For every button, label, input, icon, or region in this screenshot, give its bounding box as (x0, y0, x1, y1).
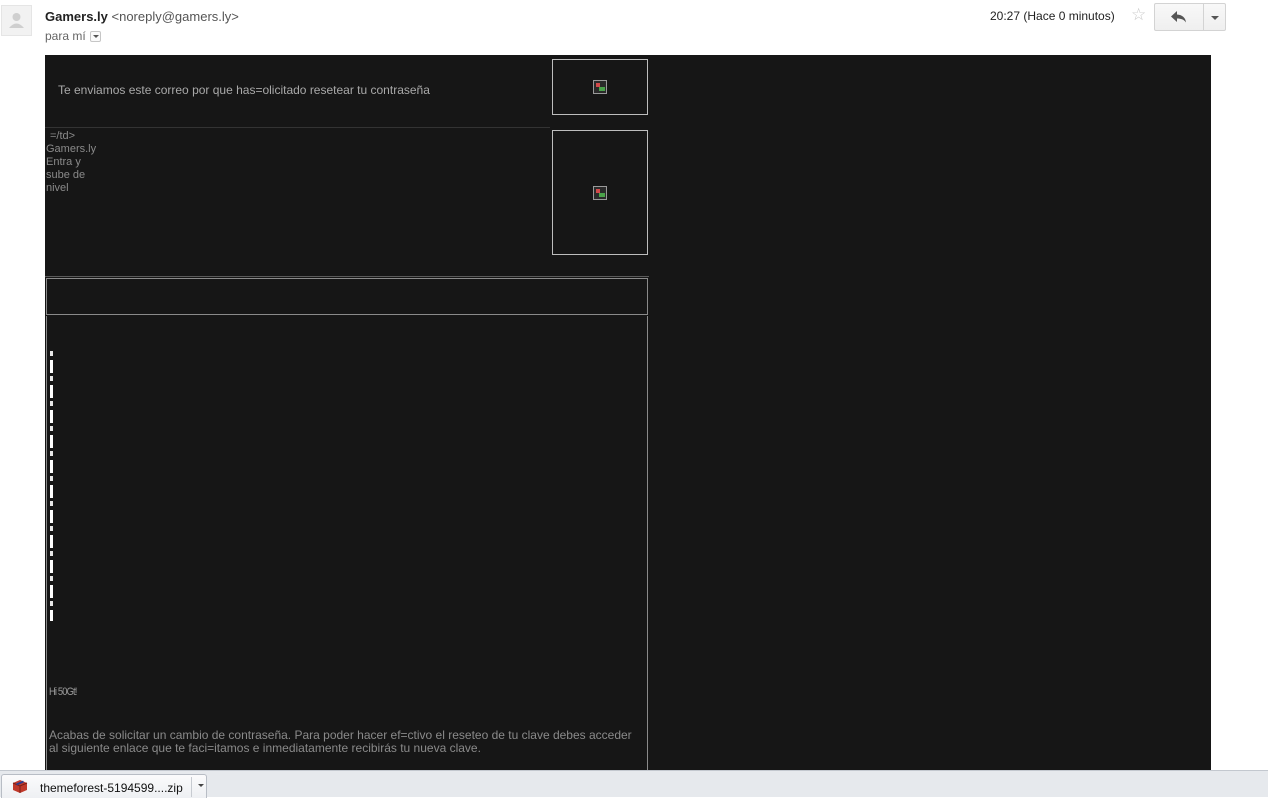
zip-archive-icon (12, 780, 28, 793)
raw-line: Gamers.ly (46, 143, 97, 155)
broken-image-icon (593, 185, 607, 200)
divider (191, 777, 192, 797)
message-timestamp: 20:27 (Hace 0 minutos) (990, 9, 1115, 23)
greeting-text: Hi 50Gt! (49, 686, 77, 698)
banner-image-placeholder (552, 130, 648, 255)
broken-image-icon (593, 80, 607, 94)
star-icon[interactable]: ☆ (1131, 6, 1146, 23)
recipient-label: para mí (45, 29, 86, 43)
reply-button[interactable] (1154, 3, 1204, 31)
empty-bar-box (46, 278, 648, 315)
logo-image-placeholder (552, 59, 648, 115)
rendering-artifact (50, 351, 53, 621)
download-bar: themeforest-5194599....zip (0, 770, 1268, 798)
reply-icon (1171, 11, 1186, 23)
raw-line: =/td> (50, 130, 76, 142)
content-box: Hi 50Gt! Acabas de solicitar un cambio d… (46, 316, 648, 770)
divider (45, 276, 649, 277)
chevron-down-icon[interactable] (198, 784, 204, 787)
intro-text: Te enviamos este correo por que has=olic… (58, 83, 430, 97)
raw-line: sube de (46, 169, 86, 181)
sender-email: <noreply@gamers.ly> (111, 9, 239, 24)
download-item[interactable]: themeforest-5194599....zip (1, 774, 207, 798)
person-icon (9, 13, 24, 28)
download-file-name: themeforest-5194599....zip (40, 781, 183, 795)
body-text: Acabas de solicitar un cambio de contras… (49, 728, 632, 755)
divider (45, 127, 550, 128)
email-body: Te enviamos este correo por que has=olic… (45, 55, 1211, 770)
raw-html-text: =/td> Gamers.ly Entra y sube de nivel (46, 130, 96, 195)
more-actions-button[interactable] (1203, 3, 1226, 31)
raw-line: Entra y (46, 156, 81, 168)
sender-avatar (1, 5, 32, 36)
recipient-line: para mí (45, 29, 101, 43)
sender-name[interactable]: Gamers.ly (45, 9, 108, 24)
raw-line: nivel (46, 182, 69, 194)
sender-line: Gamers.ly <noreply@gamers.ly> (45, 9, 239, 24)
recipient-details-dropdown[interactable] (89, 31, 101, 42)
